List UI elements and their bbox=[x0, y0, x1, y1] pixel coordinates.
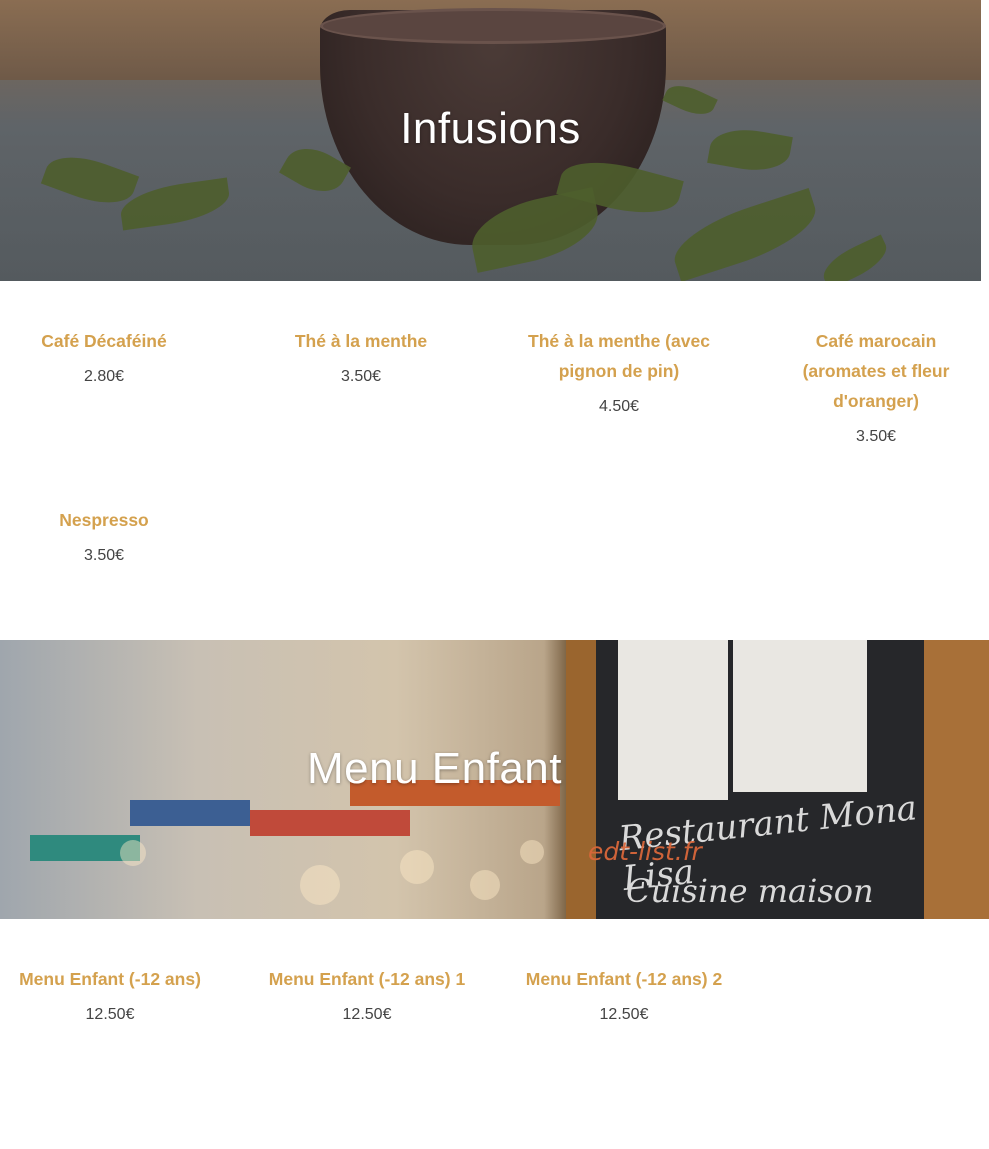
awning-decoration bbox=[250, 810, 410, 836]
menu-item: Menu Enfant (-12 ans) 1 12.50€ bbox=[254, 964, 480, 1025]
bokeh-light bbox=[520, 840, 544, 864]
item-name: Menu Enfant (-12 ans) bbox=[19, 969, 201, 989]
bokeh-light bbox=[470, 870, 500, 900]
item-name: Menu Enfant (-12 ans) 2 bbox=[525, 969, 723, 989]
item-price: 12.50€ bbox=[599, 1006, 649, 1023]
item-name: Thé à la menthe bbox=[294, 331, 428, 351]
tea-cup-rim bbox=[320, 8, 666, 44]
watermark: edt-list.fr bbox=[588, 837, 702, 866]
item-name: Café Décaféiné bbox=[41, 331, 167, 351]
menu-item: Thé à la menthe 3.50€ bbox=[271, 326, 451, 387]
item-price: 2.80€ bbox=[83, 368, 125, 385]
menu-item: Café Décaféiné 2.80€ bbox=[14, 326, 194, 387]
item-price: 3.50€ bbox=[340, 368, 382, 385]
item-name: Menu Enfant (-12 ans) 1 bbox=[268, 969, 466, 989]
item-price: 3.50€ bbox=[855, 428, 897, 445]
bokeh-light bbox=[300, 865, 340, 905]
menu-item: Nespresso 3.50€ bbox=[14, 505, 194, 566]
bokeh-light bbox=[400, 850, 434, 884]
menu-item: Menu Enfant (-12 ans) 12.50€ bbox=[4, 964, 216, 1025]
menu-item: Café marocain (aromates et fleur d'orang… bbox=[785, 326, 967, 447]
item-name: Café marocain (aromates et fleur d'orang… bbox=[802, 331, 950, 411]
item-price: 3.50€ bbox=[83, 547, 125, 564]
item-name: Thé à la menthe (avec pignon de pin) bbox=[528, 331, 710, 381]
item-name: Nespresso bbox=[59, 510, 149, 530]
menu-item: Thé à la menthe (avec pignon de pin) 4.5… bbox=[512, 326, 726, 417]
menu-enfant-banner: Restaurant Mona Lisa Cuisine maison Menu… bbox=[0, 640, 989, 919]
section-title-menu-enfant: Menu Enfant bbox=[307, 744, 562, 793]
item-price: 12.50€ bbox=[85, 1006, 135, 1023]
bokeh-light bbox=[120, 840, 146, 866]
section-title-infusions: Infusions bbox=[400, 104, 581, 153]
chalkboard-text: Cuisine maison bbox=[626, 872, 874, 910]
infusions-banner: Infusions bbox=[0, 0, 981, 281]
item-price: 4.50€ bbox=[598, 398, 640, 415]
awning-decoration bbox=[130, 800, 250, 826]
item-price: 12.50€ bbox=[342, 1006, 392, 1023]
menu-item: Menu Enfant (-12 ans) 2 12.50€ bbox=[511, 964, 737, 1025]
